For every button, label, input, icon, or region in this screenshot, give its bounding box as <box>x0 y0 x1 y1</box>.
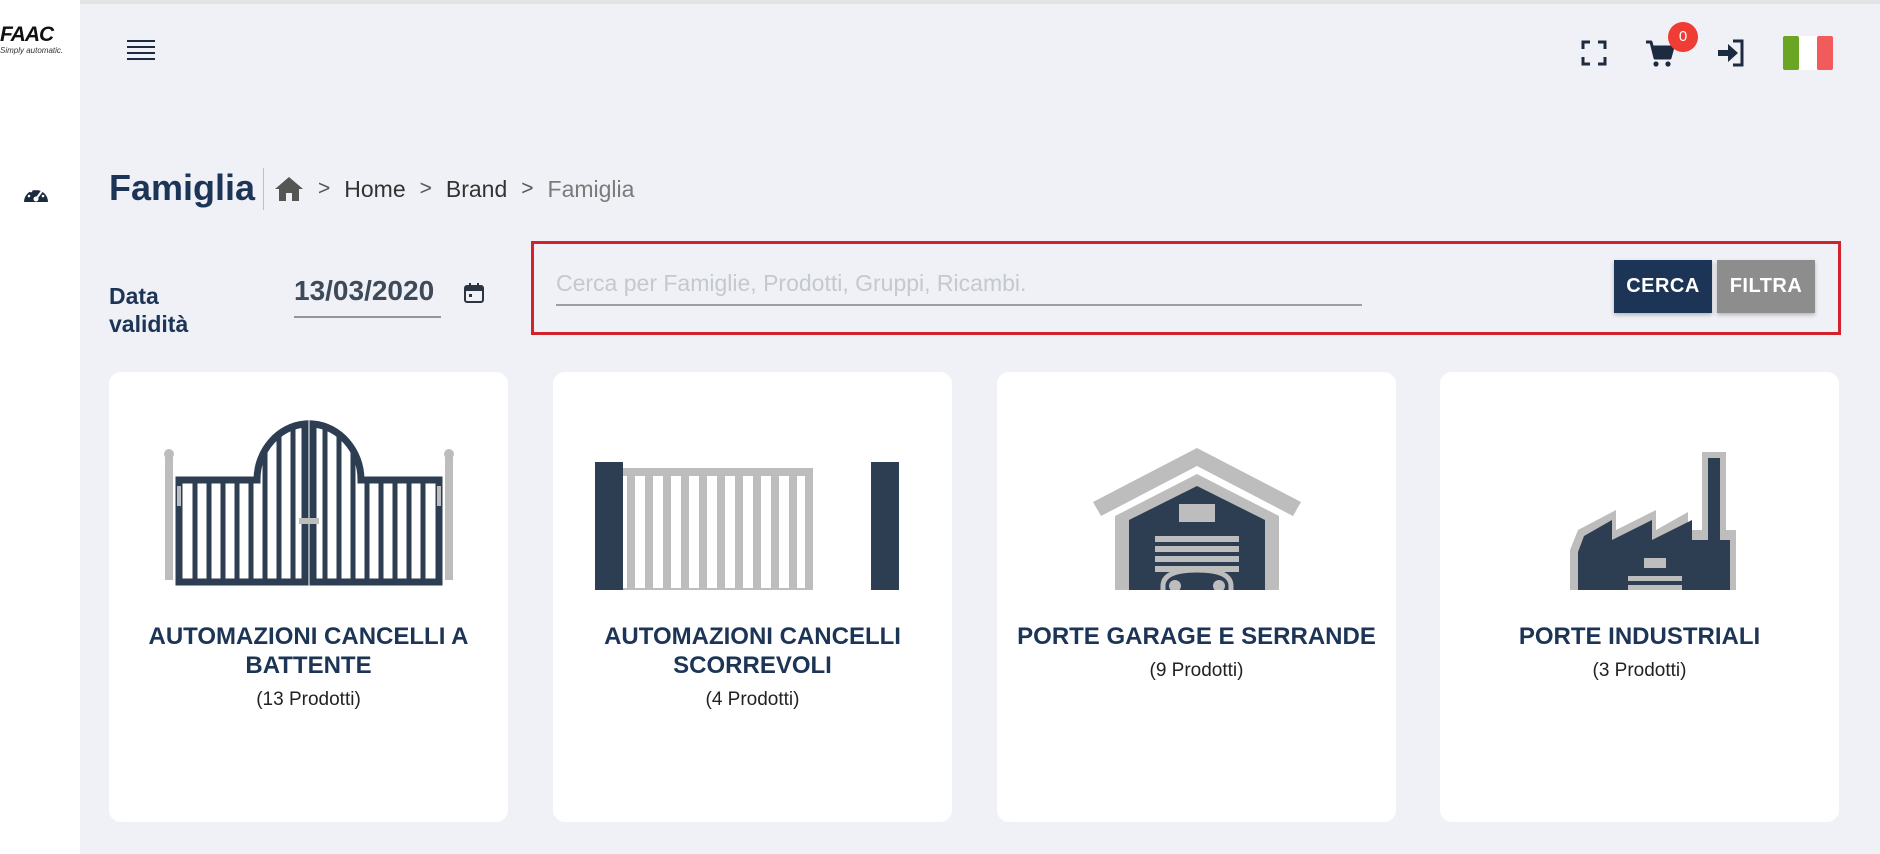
breadcrumb-separator: > <box>318 177 331 200</box>
sliding-gate-icon <box>595 462 899 590</box>
italy-flag-icon[interactable] <box>1783 36 1833 70</box>
family-card[interactable]: AUTOMAZIONI CANCELLI SCORREVOLI (4 Prodo… <box>553 372 952 822</box>
fullscreen-icon[interactable] <box>1579 38 1609 68</box>
filter-button[interactable]: FILTRA <box>1717 260 1815 313</box>
family-name: AUTOMAZIONI CANCELLI A BATTENTE <box>148 623 469 679</box>
family-title: AUTOMAZIONI CANCELLI SCORREVOLI (4 Prodo… <box>573 622 932 712</box>
family-product-count: (13 Prodotti) <box>256 689 361 710</box>
family-product-count: (4 Prodotti) <box>705 689 800 710</box>
family-card[interactable]: PORTE INDUSTRIALI (3 Prodotti) <box>1440 372 1839 822</box>
top-border <box>0 0 1880 4</box>
family-title: PORTE INDUSTRIALI (3 Prodotti) <box>1460 622 1819 683</box>
family-product-count: (9 Prodotti) <box>1149 660 1244 681</box>
home-icon[interactable] <box>274 175 304 203</box>
logo-tagline: Simply automatic. <box>0 46 64 55</box>
breadcrumb-separator: > <box>521 177 534 200</box>
brand-logo[interactable]: FAAC Simply automatic. <box>0 24 72 58</box>
breadcrumb-brand[interactable]: Brand <box>446 174 507 204</box>
calendar-icon[interactable] <box>463 282 485 304</box>
breadcrumb-home[interactable]: Home <box>344 174 405 204</box>
breadcrumb-famiglia: Famiglia <box>547 176 635 202</box>
family-card[interactable]: AUTOMAZIONI CANCELLI A BATTENTE (13 Prod… <box>109 372 508 822</box>
dashboard-icon[interactable] <box>22 182 50 206</box>
title-divider <box>263 168 264 210</box>
date-validity-label: Data validità <box>109 283 189 337</box>
breadcrumb: > Home > Brand > Famiglia <box>274 174 634 204</box>
breadcrumb-separator: > <box>419 177 432 200</box>
sidebar: FAAC Simply automatic. <box>0 0 80 854</box>
family-card[interactable]: PORTE GARAGE E SERRANDE (9 Prodotti) <box>997 372 1396 822</box>
family-name: PORTE GARAGE E SERRANDE <box>1017 623 1376 650</box>
factory-icon <box>1570 452 1736 590</box>
search-button[interactable]: CERCA <box>1614 260 1712 313</box>
family-product-count: (3 Prodotti) <box>1592 660 1687 681</box>
page-title: Famiglia <box>109 167 256 208</box>
family-name: AUTOMAZIONI CANCELLI SCORREVOLI <box>604 623 901 679</box>
family-title: AUTOMAZIONI CANCELLI A BATTENTE (13 Prod… <box>129 622 488 712</box>
search-input[interactable] <box>556 262 1362 306</box>
garage-icon <box>1093 448 1301 590</box>
login-icon[interactable] <box>1716 38 1746 68</box>
search-panel: CERCA FILTRA <box>531 241 1841 335</box>
cart-count-badge: 0 <box>1668 22 1698 52</box>
menu-icon[interactable] <box>126 38 156 62</box>
family-name: PORTE INDUSTRIALI <box>1518 623 1761 650</box>
swing-gate-icon <box>164 420 454 586</box>
date-validity-field[interactable]: 13/03/2020 <box>294 272 441 318</box>
logo-text: FAAC <box>0 23 54 46</box>
family-title: PORTE GARAGE E SERRANDE (9 Prodotti) <box>1017 622 1376 683</box>
